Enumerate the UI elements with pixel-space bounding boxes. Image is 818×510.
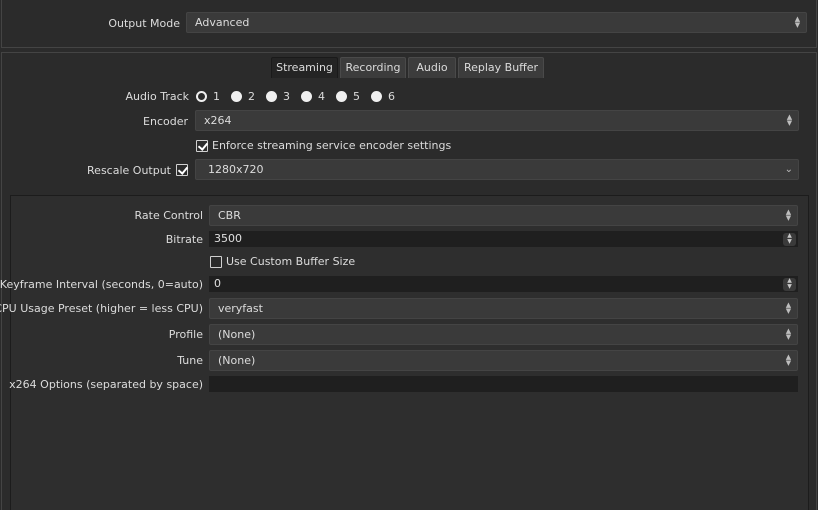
tab-replay-buffer[interactable]: Replay Buffer: [458, 57, 544, 78]
custom-buffer-label: Use Custom Buffer Size: [226, 255, 356, 268]
radio-label: 5: [353, 90, 360, 103]
up-down-arrows-icon: ▲ ▼: [785, 208, 792, 222]
tune-value: (None): [218, 354, 256, 367]
radio-label: 6: [388, 90, 395, 103]
tab-replay-buffer-label: Replay Buffer: [463, 61, 539, 74]
radio-icon: [301, 91, 312, 102]
audio-track-label: Audio Track: [125, 90, 189, 103]
keyframe-interval-value: 0: [214, 277, 221, 290]
tab-streaming[interactable]: Streaming: [271, 57, 338, 78]
output-mode-select[interactable]: Advanced ▲ ▼: [186, 12, 807, 33]
bitrate-label: Bitrate: [165, 233, 203, 246]
radio-label: 3: [283, 90, 290, 103]
rate-control-value: CBR: [218, 209, 241, 222]
profile-value: (None): [218, 328, 256, 341]
checkbox-icon: [196, 140, 208, 152]
tune-select[interactable]: (None) ▲ ▼: [209, 350, 798, 371]
output-mode-label: Output Mode: [108, 17, 180, 30]
tab-streaming-label: Streaming: [276, 61, 333, 74]
tab-recording[interactable]: Recording: [340, 57, 406, 78]
rate-control-label: Rate Control: [134, 209, 203, 222]
radio-label: 4: [318, 90, 325, 103]
spin-arrows-icon[interactable]: ▲ ▼: [783, 233, 796, 246]
x264-options-label: x264 Options (separated by space): [9, 378, 203, 391]
enforce-settings-label: Enforce streaming service encoder settin…: [212, 139, 452, 152]
keyframe-interval-input[interactable]: 0 ▲ ▼: [209, 276, 798, 292]
x264-options-input[interactable]: [209, 376, 798, 392]
radio-icon: [371, 91, 382, 102]
rescale-resolution-select[interactable]: 1280x720 ⌄: [195, 159, 799, 180]
checkbox-icon: [210, 256, 222, 268]
keyframe-interval-label: Keyframe Interval (seconds, 0=auto): [0, 278, 203, 291]
radio-icon: [231, 91, 242, 102]
tune-label: Tune: [177, 354, 203, 367]
rescale-output-label: Rescale Output: [87, 164, 171, 177]
encoder-value: x264: [204, 114, 232, 127]
cpu-preset-value: veryfast: [218, 302, 263, 315]
cpu-preset-select[interactable]: veryfast ▲ ▼: [209, 298, 798, 319]
cpu-preset-label: CPU Usage Preset (higher = less CPU): [0, 302, 203, 315]
radio-icon: [266, 91, 277, 102]
bitrate-input[interactable]: 3500 ▲ ▼: [209, 231, 798, 247]
rescale-resolution-value: 1280x720: [208, 163, 264, 176]
chevron-down-icon: ⌄: [784, 164, 793, 175]
tab-recording-label: Recording: [345, 61, 401, 74]
up-down-arrows-icon: ▲ ▼: [785, 301, 792, 315]
encoder-select[interactable]: x264 ▲ ▼: [195, 110, 799, 131]
profile-label: Profile: [168, 328, 203, 341]
radio-icon: [196, 91, 207, 102]
tab-audio-label: Audio: [416, 61, 448, 74]
encoder-label: Encoder: [143, 115, 188, 128]
radio-icon: [336, 91, 347, 102]
up-down-arrows-icon: ▲ ▼: [785, 327, 792, 341]
tab-audio[interactable]: Audio: [408, 57, 456, 78]
rescale-output-checkbox[interactable]: [176, 164, 188, 176]
up-down-arrows-icon: ▲ ▼: [786, 113, 793, 127]
rate-control-select[interactable]: CBR ▲ ▼: [209, 205, 798, 226]
up-down-arrows-icon: ▲ ▼: [785, 353, 792, 367]
radio-label: 2: [248, 90, 255, 103]
profile-select[interactable]: (None) ▲ ▼: [209, 324, 798, 345]
output-mode-value: Advanced: [195, 16, 250, 29]
spin-arrows-icon[interactable]: ▲ ▼: [783, 278, 796, 291]
radio-label: 1: [213, 90, 220, 103]
bitrate-value: 3500: [214, 232, 242, 245]
up-down-arrows-icon: ▲ ▼: [794, 15, 801, 29]
